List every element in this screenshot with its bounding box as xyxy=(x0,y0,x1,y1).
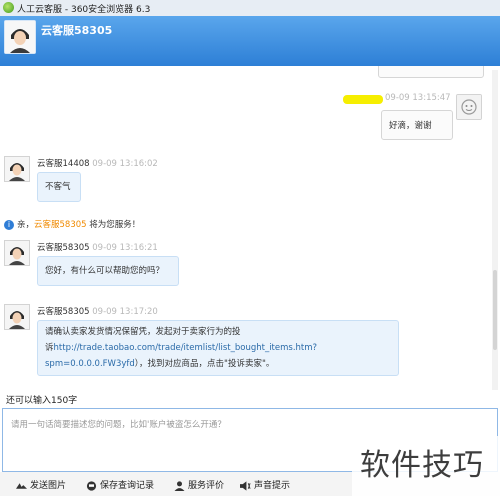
agent-name: 云客服58305 xyxy=(41,24,113,37)
system-notice: i 亲，云客服58305 将为您服务！ xyxy=(4,218,140,230)
message-bubble: 不客气 xyxy=(37,172,81,202)
agent-avatar-icon xyxy=(5,21,35,53)
save-icon xyxy=(86,480,97,491)
message-text: 请确认卖家发货情况保留凭，发起对于卖家行为的投 诉http://trade.ta… xyxy=(45,327,318,369)
window-title: 人工云客服 - 360安全浏览器 6.3 xyxy=(17,5,151,15)
agent-message-avatar xyxy=(4,304,30,330)
agent-avatar xyxy=(4,20,36,54)
message-bubble: 您好，有什么可以帮助您的吗？ xyxy=(37,256,179,286)
window-titlebar: 人工云客服 - 360安全浏览器 6.3 xyxy=(0,0,500,17)
scrollbar-thumb[interactable] xyxy=(493,270,497,350)
message-text: 不客气 xyxy=(45,182,71,192)
rate-service-button[interactable]: 服务评价 xyxy=(174,478,224,491)
chat-header: 云客服58305 xyxy=(0,16,500,66)
message-header: 云客服14408 09-09 13:16:02 xyxy=(37,159,158,169)
message-header: 云客服58305 09-09 13:16:21 xyxy=(37,243,158,253)
complaint-link-cont[interactable]: spm=0.0.0.0.FW3yfd xyxy=(45,359,135,369)
watermark: 软件技巧 xyxy=(352,436,500,496)
char-counter: 还可以输入150字 xyxy=(6,396,78,406)
message-time: 09-09 13:15:47 xyxy=(385,93,451,103)
agent-avatar-icon xyxy=(5,157,29,181)
message-bubble: 请确认卖家发货情况保留凭，发起对于卖家行为的投 诉http://trade.ta… xyxy=(37,320,399,376)
message-bubble-partial xyxy=(378,66,484,78)
message-bubble: 好滴，谢谢 xyxy=(381,110,453,140)
message-header: 云客服58305 09-09 13:17:20 xyxy=(37,307,158,317)
browser-logo-icon xyxy=(3,2,14,13)
redacted-username xyxy=(343,95,383,104)
agent-avatar-icon xyxy=(5,241,29,265)
info-icon: i xyxy=(4,219,14,230)
message-text: 您好，有什么可以帮助您的吗？ xyxy=(45,266,165,276)
watermark-text: 软件技巧 xyxy=(360,448,484,483)
complaint-link[interactable]: http://trade.taobao.com/trade/itemlist/l… xyxy=(54,343,318,353)
send-image-button[interactable]: 发送图片 xyxy=(16,478,66,491)
chat-scrollbar[interactable] xyxy=(492,70,498,390)
agent-message-avatar xyxy=(4,156,30,182)
agent-message-avatar xyxy=(4,240,30,266)
user-avatar-icon xyxy=(457,95,481,119)
save-record-button[interactable]: 保存查询记录 xyxy=(86,478,154,491)
input-placeholder: 请用一句话简要描述您的问题，比如'账户被盗怎么开通？ xyxy=(11,420,226,430)
message-text: 好滴，谢谢 xyxy=(389,121,432,131)
image-icon xyxy=(16,482,27,489)
chat-history[interactable]: 09-09 13:15:47 好滴，谢谢 云客服14408 09-09 13:1… xyxy=(0,66,490,392)
agent-avatar-icon xyxy=(5,305,29,329)
user-icon xyxy=(174,480,185,491)
user-avatar xyxy=(456,94,482,120)
speaker-icon xyxy=(240,480,251,491)
sound-tip-button[interactable]: 声音提示 xyxy=(240,478,290,491)
